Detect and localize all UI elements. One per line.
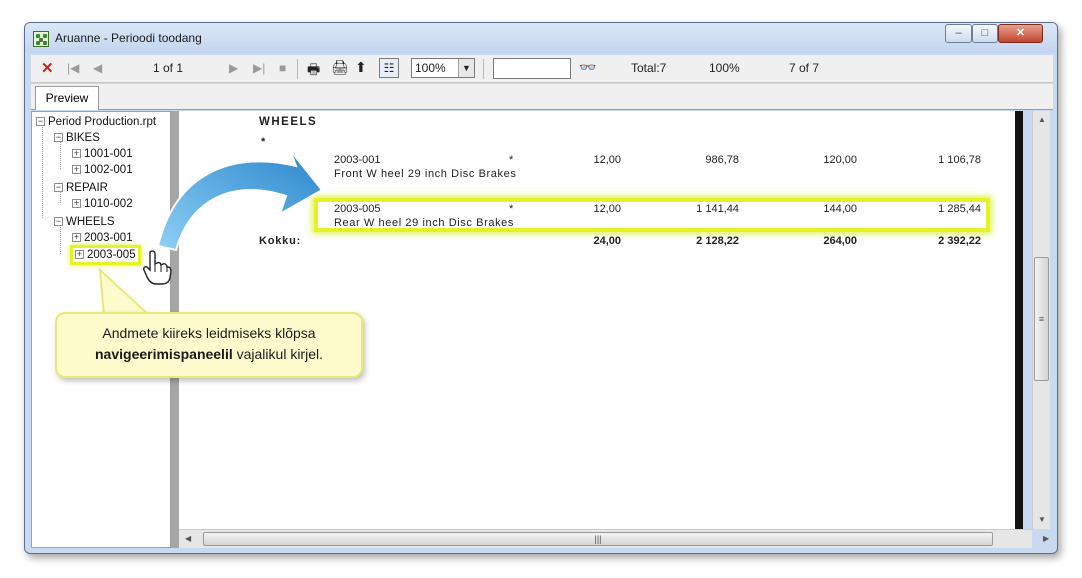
callout-line-2-rest: vajalikul kirjel. — [232, 346, 323, 362]
collapse-icon: − — [36, 116, 45, 126]
group-tree-toggle-icon[interactable]: ☷ — [379, 58, 399, 78]
tree-item-label: 1010-002 — [84, 198, 133, 210]
group-marker: * — [261, 136, 266, 148]
expand-icon: + — [72, 148, 81, 158]
page-indicator: 1 of 1 — [153, 61, 184, 75]
tree-item-label: 1002-001 — [84, 164, 133, 176]
tree-item-1002-001[interactable]: +1002-001 — [72, 162, 133, 178]
total-amount: 2 128,22 — [696, 235, 739, 247]
search-input[interactable] — [493, 58, 571, 79]
expand-icon: + — [72, 198, 81, 208]
find-binoculars-icon[interactable]: 👓 — [579, 59, 596, 76]
row-amount: 986,78 — [705, 154, 739, 166]
collapse-icon: − — [54, 182, 63, 192]
last-page-icon[interactable]: ▶| — [253, 61, 265, 75]
tree-item-label: 1001-001 — [84, 148, 133, 160]
zoom-select[interactable]: 100% ▼ — [411, 58, 475, 78]
window-title: Aruanne - Perioodi toodang — [55, 31, 202, 45]
zoom-value: 100% — [415, 61, 446, 75]
tree-item-1001-001[interactable]: +1001-001 — [72, 146, 133, 162]
scroll-down-icon[interactable]: ▼ — [1038, 515, 1046, 524]
tree-group-label: WHEELS — [66, 216, 115, 228]
collapse-icon: − — [54, 132, 63, 142]
stop-icon[interactable]: ■ — [279, 61, 286, 75]
scroll-left-icon[interactable]: ◀ — [185, 534, 191, 543]
scroll-right-icon[interactable]: ▶ — [1043, 534, 1049, 543]
zoom-percent-label: 100% — [709, 61, 740, 75]
first-page-icon[interactable]: |◀ — [67, 61, 79, 75]
report-toolbar: ✕ |◀ ◀ 1 of 1 ▶ ▶| ■ 🖶 🖨 ⬆ ☷ 100% ▼ 👓 To… — [31, 55, 1053, 83]
expand-icon: + — [72, 164, 81, 174]
total-qty: 24,00 — [593, 235, 621, 247]
close-report-icon[interactable]: ✕ — [41, 59, 54, 77]
next-page-icon[interactable]: ▶ — [229, 61, 238, 75]
row-qty: 12,00 — [593, 154, 621, 166]
row-code: 2003-001 — [334, 154, 381, 166]
scroll-up-icon[interactable]: ▲ — [1038, 115, 1046, 124]
tutorial-callout: Andmete kiireks leidmiseks klõpsa navige… — [55, 312, 363, 378]
callout-line-1: Andmete kiireks leidmiseks klõpsa — [102, 325, 316, 341]
row-marker: * — [509, 154, 514, 166]
row-total: 1 285,44 — [938, 203, 981, 215]
collapse-icon: − — [54, 216, 63, 226]
total-label: Kokku: — [259, 235, 302, 247]
callout-bold-term: navigeerimispaneelil — [95, 346, 233, 362]
tree-item-1010-002[interactable]: +1010-002 — [72, 196, 133, 212]
row-total: 1 106,78 — [938, 154, 981, 166]
print-setup-icon[interactable]: 🖨 — [331, 59, 349, 76]
tree-root[interactable]: − Period Production.rpt — [36, 114, 156, 130]
row-marker: * — [509, 203, 514, 215]
tree-root-label: Period Production.rpt — [48, 116, 157, 128]
tree-group-bikes[interactable]: − BIKES — [54, 130, 100, 146]
vertical-scroll-thumb[interactable]: ≡ — [1034, 257, 1049, 381]
callout-line-2: navigeerimispaneelil vajalikul kirjel. — [57, 344, 361, 365]
row-description: Rear W heel 29 inch Disc Brakes — [334, 217, 514, 229]
hand-cursor-icon — [143, 250, 172, 285]
row-qty: 12,00 — [593, 203, 621, 215]
tree-group-label: REPAIR — [66, 182, 108, 194]
title-bar[interactable]: Aruanne - Perioodi toodang – □ ✕ — [25, 23, 1057, 53]
row-amount: 1 141,44 — [696, 203, 739, 215]
chevron-down-icon: ▼ — [458, 59, 474, 77]
horizontal-scroll-thumb[interactable]: ||| — [203, 532, 993, 546]
horizontal-scrollbar[interactable]: ◀ ||| ▶ — [179, 529, 1049, 548]
report-window: Aruanne - Perioodi toodang – □ ✕ ✕ |◀ ◀ … — [24, 22, 1058, 554]
tree-item-label: 2003-001 — [84, 232, 133, 244]
expand-icon: + — [72, 232, 81, 242]
tree-group-repair[interactable]: − REPAIR — [54, 180, 108, 196]
close-window-button[interactable]: ✕ — [998, 24, 1043, 43]
expand-icon: + — [75, 249, 84, 259]
export-icon[interactable]: ⬆ — [355, 59, 367, 76]
records-count-label: 7 of 7 — [789, 61, 820, 75]
row-tax: 144,00 — [823, 203, 857, 215]
vertical-scrollbar[interactable]: ▲ ≡ ▼ — [1032, 111, 1050, 529]
row-description: Front W heel 29 inch Disc Brakes — [334, 168, 517, 180]
tree-group-label: BIKES — [66, 132, 100, 144]
total-tax: 264,00 — [823, 235, 857, 247]
tab-preview[interactable]: Preview — [35, 86, 99, 110]
app-icon — [33, 31, 49, 47]
tree-item-2003-001[interactable]: +2003-001 — [72, 230, 133, 246]
group-title: WHEELS — [259, 116, 318, 128]
row-tax: 120,00 — [823, 154, 857, 166]
previous-page-icon[interactable]: ◀ — [93, 61, 102, 75]
minimize-button[interactable]: – — [945, 24, 972, 43]
tree-item-2003-005[interactable]: +2003-005 — [70, 245, 141, 265]
row-code: 2003-005 — [334, 203, 381, 215]
total-records-label: Total:7 — [631, 61, 667, 75]
maximize-button[interactable]: □ — [972, 24, 998, 43]
print-icon[interactable]: 🖶 — [307, 59, 320, 83]
tree-item-label: 2003-005 — [87, 249, 136, 261]
total-grand: 2 392,22 — [938, 235, 981, 247]
page-edge — [1015, 111, 1023, 529]
tab-strip: Preview — [31, 84, 1053, 110]
tree-group-wheels[interactable]: − WHEELS — [54, 214, 115, 230]
